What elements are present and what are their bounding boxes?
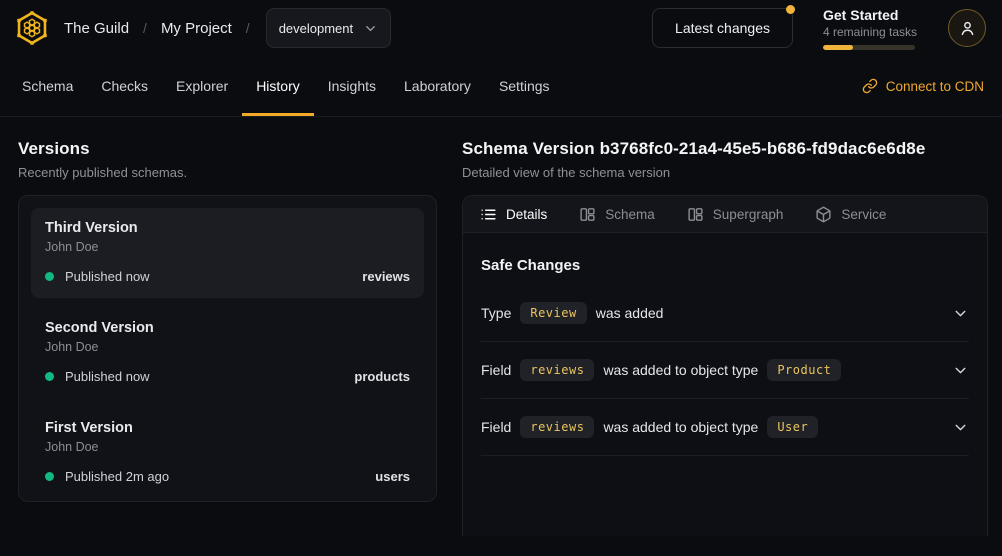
- tab-checks[interactable]: Checks: [87, 56, 162, 116]
- detail-tab-label: Supergraph: [713, 207, 784, 222]
- get-started-subtitle: 4 remaining tasks: [823, 25, 918, 39]
- connect-to-cdn-label: Connect to CDN: [886, 79, 984, 94]
- versions-list: Third Version John Doe Published now rev…: [18, 195, 437, 502]
- detail-tab-schema[interactable]: Schema: [579, 206, 655, 223]
- published-status: Published 2m ago: [65, 469, 169, 484]
- versions-panel: Versions Recently published schemas. Thi…: [18, 139, 437, 502]
- main-content: Versions Recently published schemas. Thi…: [0, 117, 1002, 536]
- versions-title: Versions: [18, 139, 437, 159]
- service-name: users: [375, 469, 410, 484]
- get-started-title: Get Started: [823, 7, 918, 23]
- connect-to-cdn-link[interactable]: Connect to CDN: [862, 56, 984, 116]
- version-author: John Doe: [45, 340, 410, 354]
- change-text: was added to object type: [603, 419, 758, 435]
- avatar[interactable]: [948, 9, 986, 47]
- version-card[interactable]: First Version John Doe Published 2m ago …: [31, 408, 424, 498]
- detail-tab-service[interactable]: Service: [815, 206, 886, 223]
- change-badge: Product: [767, 359, 841, 381]
- version-card[interactable]: Second Version John Doe Published now pr…: [31, 308, 424, 398]
- change-badge: reviews: [520, 359, 594, 381]
- tab-insights[interactable]: Insights: [314, 56, 390, 116]
- change-row[interactable]: Type Review was added: [481, 285, 969, 342]
- target-selector-value: development: [279, 21, 353, 36]
- tab-laboratory[interactable]: Laboratory: [390, 56, 485, 116]
- detail-tab-label: Details: [506, 207, 547, 222]
- breadcrumb-org[interactable]: The Guild: [64, 20, 129, 37]
- version-name: Second Version: [45, 320, 410, 336]
- version-name: Third Version: [45, 220, 410, 236]
- safe-changes-title: Safe Changes: [481, 257, 969, 274]
- version-detail-title: Schema Version b3768fc0-21a4-45e5-b686-f…: [462, 139, 988, 159]
- change-prefix: Field: [481, 419, 511, 435]
- get-started-widget[interactable]: Get Started 4 remaining tasks: [823, 7, 918, 50]
- breadcrumb-separator: /: [246, 20, 250, 36]
- change-prefix: Type: [481, 305, 511, 321]
- version-detail-tabs: Details Schema Supergraph: [463, 196, 987, 233]
- get-started-progress-fill: [823, 45, 853, 50]
- tab-settings[interactable]: Settings: [485, 56, 564, 116]
- detail-tab-supergraph[interactable]: Supergraph: [687, 206, 784, 223]
- version-detail-panel: Schema Version b3768fc0-21a4-45e5-b686-f…: [462, 139, 988, 536]
- chevron-down-icon: [952, 362, 969, 379]
- detail-tab-label: Schema: [605, 207, 655, 222]
- tab-schema[interactable]: Schema: [8, 56, 87, 116]
- top-header: The Guild / My Project / development Lat…: [0, 0, 1002, 56]
- change-badge: Review: [520, 302, 586, 324]
- project-nav: Schema Checks Explorer History Insights …: [0, 56, 1002, 117]
- change-text: was added to object type: [603, 362, 758, 378]
- latest-changes-label: Latest changes: [675, 20, 770, 36]
- version-author: John Doe: [45, 440, 410, 454]
- published-status: Published now: [65, 269, 150, 284]
- chevron-down-icon: [952, 419, 969, 436]
- cube-icon: [815, 206, 832, 223]
- link-icon: [862, 78, 878, 94]
- change-badge: reviews: [520, 416, 594, 438]
- tab-explorer[interactable]: Explorer: [162, 56, 242, 116]
- notification-dot: [786, 5, 795, 14]
- version-detail-box: Details Schema Supergraph: [462, 195, 988, 536]
- list-icon: [480, 206, 497, 223]
- change-text: was added: [596, 305, 664, 321]
- detail-tab-label: Service: [841, 207, 886, 222]
- columns-icon: [579, 206, 596, 223]
- published-status-dot: [45, 272, 54, 281]
- change-row[interactable]: Field reviews was added to object type U…: [481, 399, 969, 456]
- published-status-dot: [45, 472, 54, 481]
- tab-history[interactable]: History: [242, 56, 314, 116]
- columns-icon: [687, 206, 704, 223]
- chevron-down-icon: [952, 305, 969, 322]
- change-prefix: Field: [481, 362, 511, 378]
- service-name: products: [354, 369, 410, 384]
- version-detail-subtitle: Detailed view of the schema version: [462, 165, 988, 180]
- version-author: John Doe: [45, 240, 410, 254]
- service-name: reviews: [362, 269, 410, 284]
- published-status: Published now: [65, 369, 150, 384]
- latest-changes-button[interactable]: Latest changes: [652, 8, 793, 48]
- version-detail-body: Safe Changes Type Review was added Field…: [463, 233, 987, 456]
- versions-subtitle: Recently published schemas.: [18, 165, 437, 180]
- get-started-progressbar: [823, 45, 915, 50]
- change-row[interactable]: Field reviews was added to object type P…: [481, 342, 969, 399]
- detail-tab-details[interactable]: Details: [480, 206, 547, 223]
- target-selector[interactable]: development: [266, 8, 391, 48]
- published-status-dot: [45, 372, 54, 381]
- version-name: First Version: [45, 420, 410, 436]
- user-icon: [958, 19, 977, 38]
- change-badge: User: [767, 416, 818, 438]
- chevron-down-icon: [363, 21, 378, 36]
- breadcrumb-separator: /: [143, 20, 147, 36]
- version-card[interactable]: Third Version John Doe Published now rev…: [31, 208, 424, 298]
- project-tabs: Schema Checks Explorer History Insights …: [8, 56, 564, 116]
- hive-logo-icon[interactable]: [14, 10, 50, 46]
- breadcrumb-project[interactable]: My Project: [161, 20, 232, 37]
